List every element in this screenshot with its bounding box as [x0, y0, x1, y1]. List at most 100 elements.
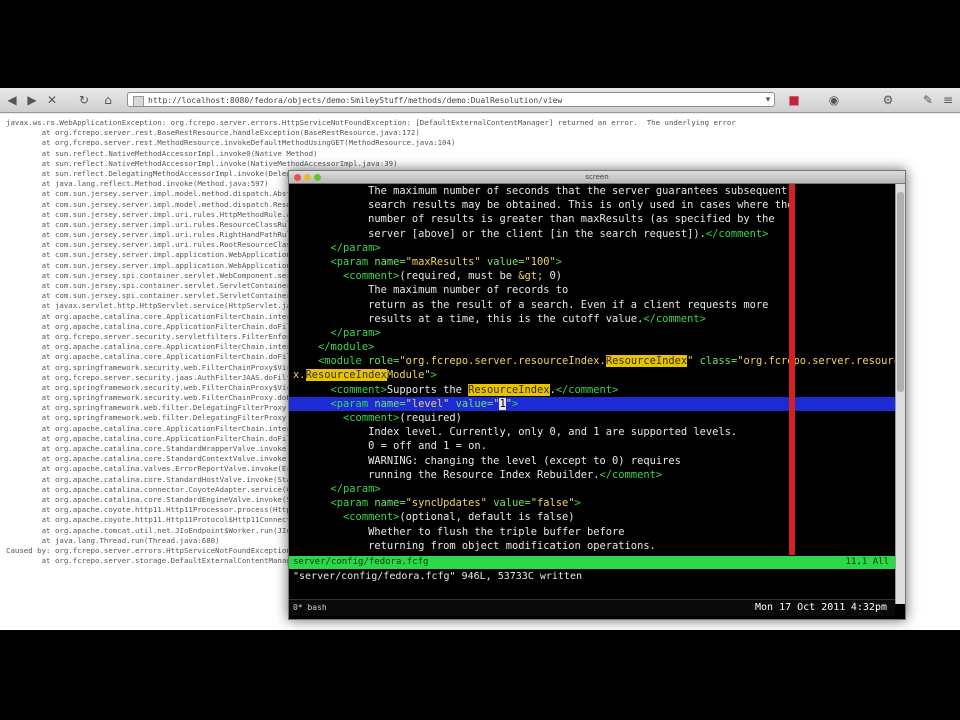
code-line: results at a time, this is the cutoff va…	[289, 312, 895, 326]
code-line: Index level. Currently, only 0, and 1 ar…	[289, 425, 895, 439]
tmux-date: Mon 17 Oct 2011	[755, 602, 846, 613]
code-token: </param>	[293, 241, 381, 254]
color-column	[789, 184, 795, 555]
code-token: Supports the	[386, 383, 469, 396]
code-token: Index level. Currently, only 0, and 1 ar…	[293, 426, 738, 439]
code-line: </param>	[289, 326, 895, 340]
trace-line: at org.fcrepo.server.rest.BaseRestResour…	[6, 128, 420, 138]
code-line: </param>	[289, 482, 895, 496]
code-token: </module>	[293, 341, 375, 354]
code-token: &gt;	[518, 270, 544, 283]
browser-toolbar: ◀ ▶ ✕ ↻ ⌂ http://localhost:8080/fedora/o…	[0, 88, 960, 113]
code-token: <param	[293, 497, 375, 510]
dropdown-icon[interactable]: ▾	[760, 92, 776, 108]
tmux-status-bar: 0* bash Mon 17 Oct 2011 4:32pm	[289, 599, 895, 616]
menu-icon[interactable]: ≡	[940, 92, 956, 108]
page-icon	[133, 96, 144, 106]
code-token: return as the result of a search. Even i…	[293, 298, 769, 311]
code-token: <comment>	[293, 511, 400, 524]
trace-line: at sun.reflect.NativeMethodAccessorImpl.…	[6, 148, 318, 158]
wrench-icon[interactable]: ✎	[920, 92, 936, 108]
code-token: <comment>	[293, 412, 400, 424]
code-token: results at a time, this is the cutoff va…	[293, 312, 644, 325]
code-line: <module role="org.fcrepo.server.resource…	[289, 354, 895, 368]
code-token: Module"	[386, 369, 431, 382]
code-token: </param>	[293, 326, 381, 339]
code-token: search results may be obtained. This is …	[293, 199, 794, 212]
code-token: <param	[293, 397, 375, 410]
feed-icon[interactable]: ◉	[826, 92, 842, 108]
code-token: "org.fcrepo.server.resourceIndex.	[399, 355, 606, 368]
code-line: running the Resource Index Rebuilder.</c…	[289, 468, 895, 482]
status-filename: server/config/fedora.fcfg	[293, 557, 429, 567]
code-token: value=	[449, 397, 494, 410]
code-token: (optional, default is false)	[399, 511, 575, 524]
code-line: <param name="level" value="1">	[289, 396, 895, 411]
code-token: 0)	[543, 270, 563, 283]
trace-line: at org.fcrepo.server.rest.MethodResource…	[6, 138, 456, 148]
code-token: server [above] or the client [in the sea…	[293, 227, 706, 240]
code-line: server [above] or the client [in the sea…	[289, 227, 895, 241]
code-token: </param>	[293, 482, 381, 495]
code-token: >	[430, 369, 437, 382]
code-token: name=	[374, 497, 406, 510]
code-line: Whether to flush the triple buffer befor…	[289, 525, 895, 539]
code-line: <param name="syncUpdates" value="false">	[289, 496, 895, 510]
code-token: "false"	[530, 497, 575, 510]
code-line: number of results is greater than maxRes…	[289, 212, 895, 226]
code-line: return as the result of a search. Even i…	[289, 298, 895, 312]
search-highlight: ResourceIndex	[468, 383, 550, 396]
code-token: </comment>	[643, 312, 706, 325]
code-line: <comment>Supports the ResourceIndex.</co…	[289, 383, 895, 397]
tmux-time: 4:32pm	[850, 602, 887, 613]
scrollbar-thumb[interactable]	[897, 192, 904, 392]
terminal-window[interactable]: screen The maximum number of seconds tha…	[288, 170, 906, 620]
vim-command-line[interactable]: "server/config/fedora.fcfg" 946L, 53733C…	[289, 570, 899, 584]
code-token: (required)	[399, 412, 462, 424]
trace-line: at sun.reflect.NativeMethodAccessorImpl.…	[6, 158, 398, 168]
code-token: "syncUpdates"	[405, 497, 487, 510]
code-token: "level"	[405, 397, 450, 410]
bookmark-icon[interactable]: ■	[786, 92, 802, 108]
code-token: <comment>	[293, 383, 387, 396]
code-line: search results may be obtained. This is …	[289, 198, 895, 212]
code-line: WARNING: changing the level (except to 0…	[289, 454, 895, 468]
code-token: 0 = off and 1 = on.	[293, 440, 487, 453]
code-token: name=	[374, 397, 406, 410]
url-input[interactable]: http://localhost:8080/fedora/objects/dem…	[127, 92, 775, 107]
tmux-window-list[interactable]: 0* bash	[293, 600, 327, 616]
code-token: number of results is greater than maxRes…	[293, 213, 775, 226]
code-line: <comment>(optional, default is false)	[289, 510, 895, 524]
code-token: value=	[480, 255, 525, 268]
code-line: x.ResourceIndexModule">	[289, 368, 895, 382]
stop-icon[interactable]: ✕	[44, 92, 60, 108]
home-icon[interactable]: ⌂	[100, 92, 116, 108]
terminal-titlebar: screen	[289, 171, 905, 184]
code-line: <comment>(required, must be &gt; 0)	[289, 269, 895, 283]
code-token: </comment>	[555, 383, 619, 396]
reload-icon[interactable]: ↻	[76, 92, 92, 108]
code-token: "maxResults"	[405, 255, 481, 268]
vim-status-bar: server/config/fedora.fcfg 11,1 All	[289, 556, 895, 569]
editor-buffer[interactable]: The maximum number of seconds that the s…	[289, 184, 895, 555]
code-token: <param	[293, 255, 375, 268]
settings-icon[interactable]: ⚙	[880, 92, 896, 108]
code-token: >	[574, 497, 581, 510]
code-line: </module>	[289, 340, 895, 354]
code-token: (required, must be	[399, 270, 519, 283]
code-token: value=	[486, 497, 531, 510]
forward-icon[interactable]: ▶	[24, 92, 40, 108]
search-highlight: ResourceIndex	[305, 369, 387, 382]
code-line: The maximum number of seconds that the s…	[289, 184, 895, 198]
back-icon[interactable]: ◀	[4, 92, 20, 108]
status-position: 11,1 All	[845, 557, 889, 567]
code-line: 0 = off and 1 = on.	[289, 439, 895, 453]
code-line: returning from object modification opera…	[289, 539, 895, 553]
search-highlight: ResourceIndex	[605, 355, 688, 368]
code-line: </param>	[289, 241, 895, 255]
trace-line: javax.ws.rs.WebApplicationException: org…	[6, 118, 736, 127]
terminal-scrollbar[interactable]	[895, 184, 905, 604]
code-token: returning from object modification opera…	[293, 539, 656, 552]
code-line: The maximum number of records to	[289, 283, 895, 297]
code-token: </comment>	[599, 468, 663, 481]
